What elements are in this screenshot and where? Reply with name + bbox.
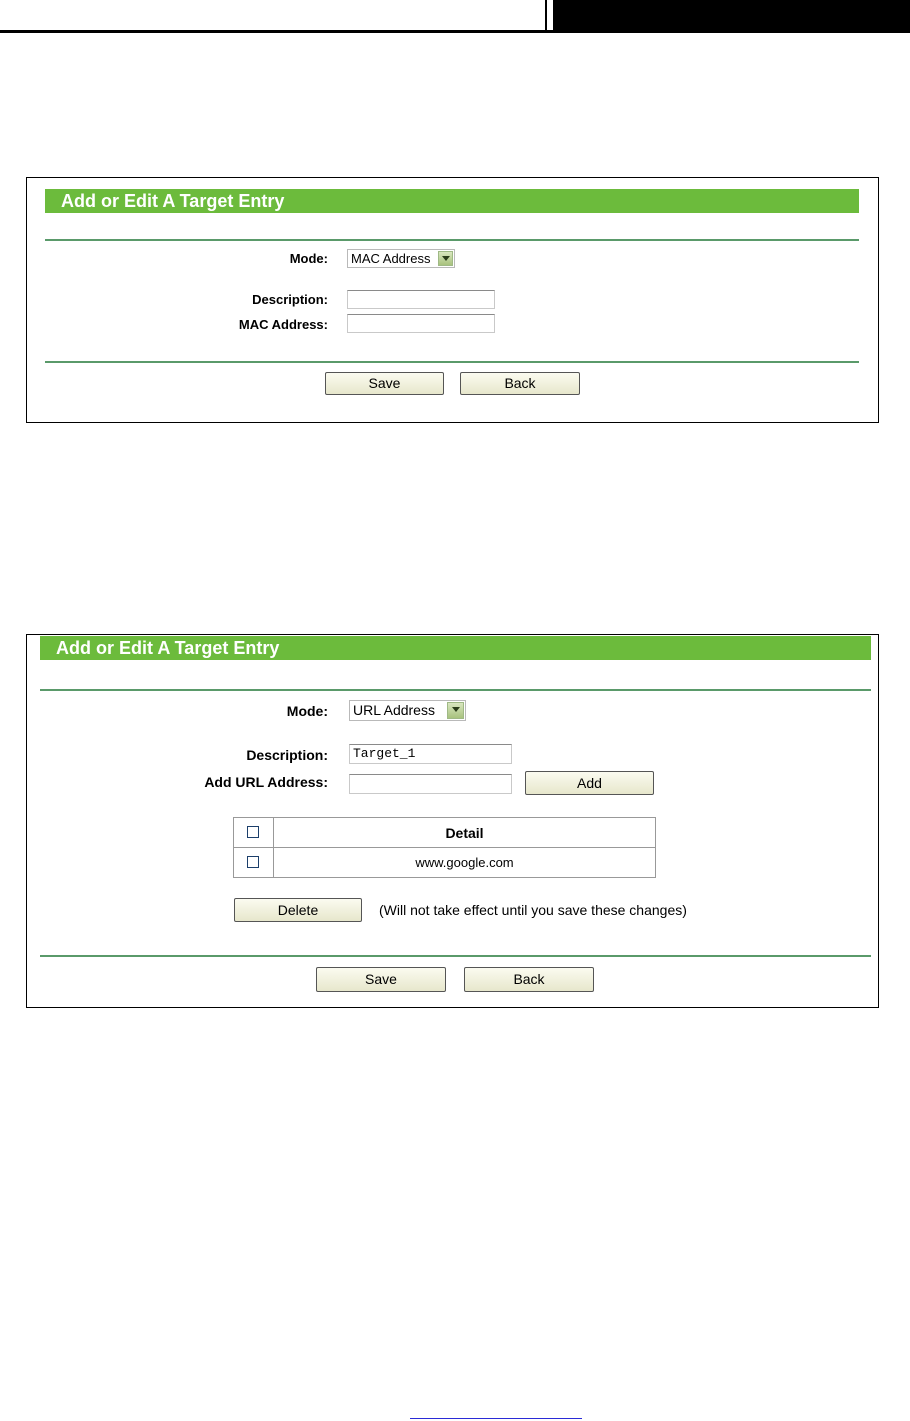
chevron-down-icon bbox=[438, 251, 453, 266]
chevron-down-icon bbox=[447, 702, 464, 719]
delete-note: (Will not take effect until you save the… bbox=[379, 902, 687, 918]
description-input[interactable]: Target_1 bbox=[349, 744, 512, 764]
url-cell: www.google.com bbox=[415, 855, 514, 870]
url-address-input[interactable] bbox=[349, 774, 512, 794]
description-input[interactable] bbox=[347, 290, 495, 309]
header-separator bbox=[545, 0, 547, 33]
footer-link-underline[interactable] bbox=[410, 1418, 582, 1419]
target-entry-panel-mac: Add or Edit A Target Entry Mode: MAC Add… bbox=[26, 177, 879, 423]
target-entry-panel-url: Add or Edit A Target Entry Mode: URL Add… bbox=[26, 634, 879, 1008]
back-button[interactable]: Back bbox=[460, 372, 580, 395]
delete-button[interactable]: Delete bbox=[234, 898, 362, 922]
description-label: Description: bbox=[246, 747, 328, 763]
panel-title: Add or Edit A Target Entry bbox=[45, 189, 859, 213]
mac-address-input[interactable] bbox=[347, 314, 495, 333]
mode-select-value: URL Address bbox=[353, 702, 435, 718]
mode-label: Mode: bbox=[289, 251, 328, 266]
panel-title: Add or Edit A Target Entry bbox=[40, 636, 871, 660]
save-button[interactable]: Save bbox=[325, 372, 444, 395]
divider bbox=[45, 239, 859, 241]
description-label: Description: bbox=[252, 292, 328, 307]
detail-header: Detail bbox=[445, 825, 484, 841]
save-button[interactable]: Save bbox=[316, 967, 446, 992]
mode-select[interactable]: MAC Address bbox=[347, 249, 455, 268]
select-all-checkbox[interactable] bbox=[247, 826, 259, 838]
mode-select-value: MAC Address bbox=[351, 251, 431, 266]
table-row: www.google.com bbox=[234, 848, 655, 877]
mode-label: Mode: bbox=[286, 703, 328, 719]
mac-address-label: MAC Address: bbox=[238, 317, 328, 332]
url-table: Detail www.google.com bbox=[233, 817, 656, 878]
table-header-row: Detail bbox=[234, 818, 655, 848]
row-checkbox[interactable] bbox=[247, 856, 259, 868]
divider bbox=[45, 361, 859, 363]
add-url-label: Add URL Address: bbox=[204, 774, 328, 790]
add-url-button[interactable]: Add bbox=[525, 771, 654, 795]
header-block bbox=[553, 0, 910, 33]
mode-select[interactable]: URL Address bbox=[349, 700, 466, 721]
divider bbox=[40, 689, 871, 691]
divider bbox=[40, 955, 871, 957]
back-button[interactable]: Back bbox=[464, 967, 594, 992]
